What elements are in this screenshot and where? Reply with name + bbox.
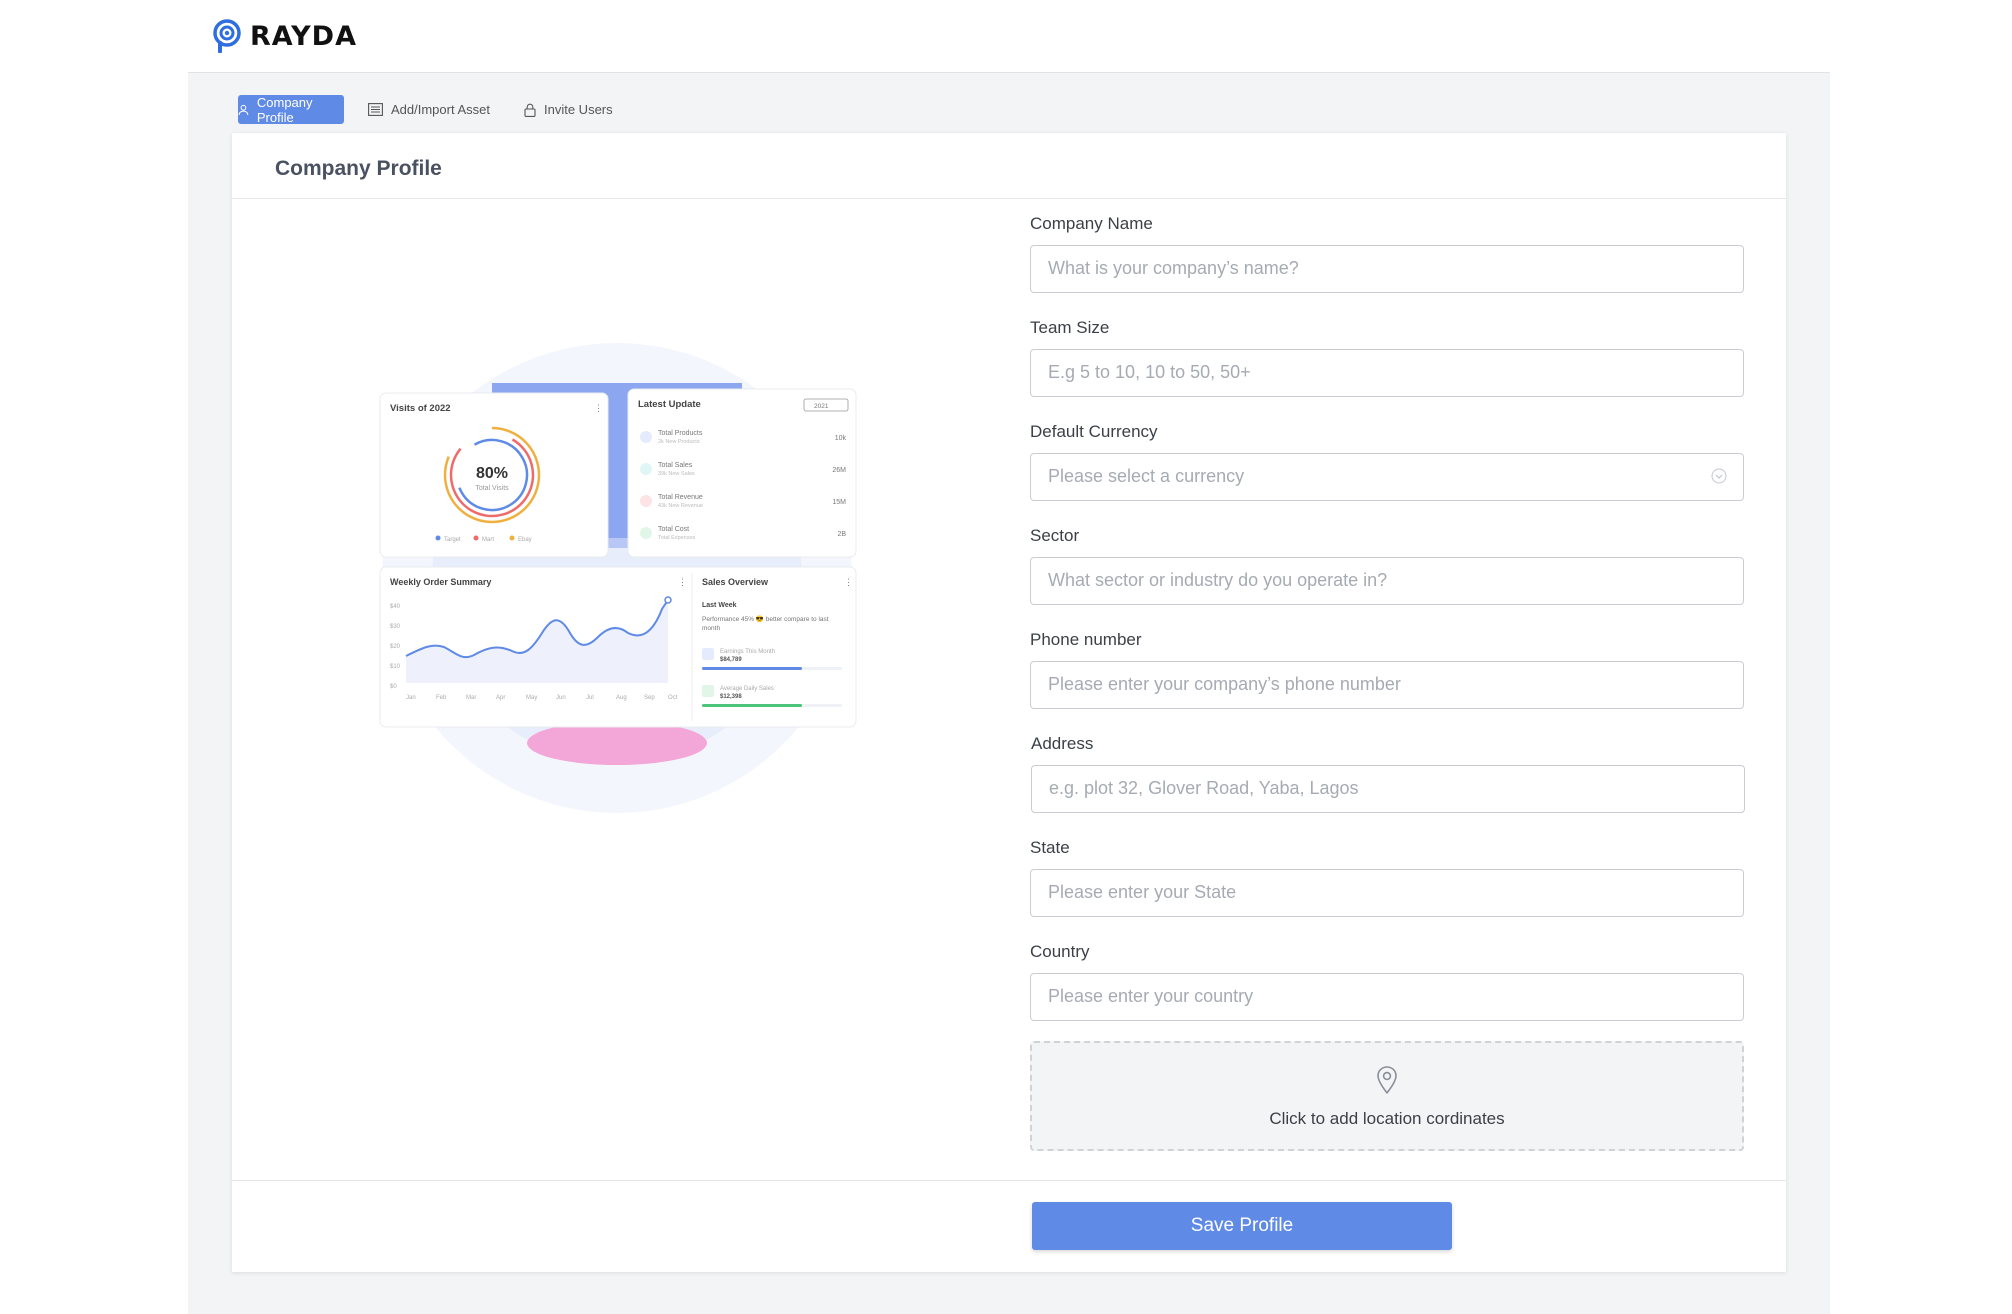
address-label: Address bbox=[1031, 734, 1094, 753]
logo-icon bbox=[213, 19, 241, 53]
phone-label: Phone number bbox=[1030, 630, 1142, 649]
svg-text:Total Sales: Total Sales bbox=[658, 462, 693, 469]
save-profile-button[interactable]: Save Profile bbox=[1032, 1202, 1452, 1250]
sales-title: Sales Overview bbox=[702, 577, 769, 587]
more-icon: ⋮ bbox=[844, 577, 853, 587]
state-input[interactable] bbox=[1031, 870, 1708, 914]
user-icon bbox=[238, 104, 249, 115]
country-label: Country bbox=[1030, 942, 1090, 961]
company-name-label: Company Name bbox=[1030, 214, 1153, 233]
visits-percent: 80% bbox=[476, 465, 508, 482]
top-bar: RAYDA bbox=[0, 0, 2012, 73]
currency-select[interactable] bbox=[1030, 453, 1744, 501]
team-size-label: Team Size bbox=[1030, 318, 1110, 337]
svg-text:Jan: Jan bbox=[406, 695, 416, 701]
svg-text:Sep: Sep bbox=[644, 695, 655, 701]
footer-divider bbox=[232, 1180, 1786, 1181]
currency-label: Default Currency bbox=[1030, 422, 1158, 441]
sales-note: Performance 45% 😎 better compare to last… bbox=[702, 616, 829, 632]
company-name-input[interactable] bbox=[1031, 246, 1708, 290]
map-pin-icon bbox=[1377, 1066, 1397, 1095]
svg-text:Apr: Apr bbox=[496, 695, 505, 701]
svg-text:$40: $40 bbox=[390, 604, 401, 610]
visits-sub: Total Visits bbox=[475, 485, 509, 492]
sector-field[interactable] bbox=[1030, 557, 1744, 605]
company-name-field[interactable] bbox=[1030, 245, 1744, 293]
address-field[interactable] bbox=[1031, 765, 1745, 813]
page-title: Company Profile bbox=[275, 157, 442, 180]
svg-text:Jun: Jun bbox=[556, 695, 566, 701]
svg-text:Total Products: Total Products bbox=[658, 430, 703, 437]
svg-text:Average Daily Sales: Average Daily Sales bbox=[720, 686, 774, 692]
tab-company-profile[interactable]: Company Profile bbox=[238, 94, 344, 125]
list-icon bbox=[368, 103, 383, 116]
svg-text:Total Cost: Total Cost bbox=[658, 526, 689, 533]
svg-text:Earnings This Month: Earnings This Month bbox=[720, 649, 775, 655]
weekly-title: Weekly Order Summary bbox=[390, 577, 491, 587]
brand-logo[interactable]: RAYDA bbox=[212, 18, 357, 54]
dashboard-illustration: Visits of 2022 ⋮ 80% Total Visits Target… bbox=[379, 343, 857, 813]
svg-text:15M: 15M bbox=[832, 499, 846, 506]
svg-text:$10: $10 bbox=[390, 664, 401, 670]
svg-text:Total Revenue: Total Revenue bbox=[658, 494, 703, 501]
svg-text:43k New Revenue: 43k New Revenue bbox=[658, 503, 703, 509]
tab-label: Invite Users bbox=[544, 102, 613, 117]
latest-title: Latest Update bbox=[638, 399, 701, 410]
svg-text:May: May bbox=[526, 695, 537, 701]
legend-mart: Mart bbox=[482, 537, 494, 543]
svg-text:2k New Products: 2k New Products bbox=[658, 439, 700, 445]
svg-text:Oct: Oct bbox=[668, 695, 678, 701]
svg-text:26M: 26M bbox=[832, 467, 846, 474]
tab-bar: Company Profile Add/Import Asset Invite … bbox=[238, 94, 617, 125]
country-input[interactable] bbox=[1031, 974, 1708, 1018]
tab-add-import-asset[interactable]: Add/Import Asset bbox=[360, 95, 504, 124]
address-input[interactable] bbox=[1032, 766, 1709, 810]
visits-title: Visits of 2022 bbox=[390, 403, 451, 414]
svg-text:Mar: Mar bbox=[466, 695, 476, 701]
svg-text:$84,789: $84,789 bbox=[720, 657, 742, 663]
location-picker[interactable]: Click to add location cordinates bbox=[1030, 1041, 1744, 1151]
svg-text:Aug: Aug bbox=[616, 695, 627, 701]
svg-text:Total Expenses: Total Expenses bbox=[658, 535, 696, 541]
svg-text:Feb: Feb bbox=[436, 695, 447, 701]
svg-text:39k New Sales: 39k New Sales bbox=[658, 471, 695, 477]
svg-text:10k: 10k bbox=[835, 435, 847, 442]
svg-text:2B: 2B bbox=[837, 531, 846, 538]
lock-icon bbox=[524, 103, 536, 117]
svg-text:$30: $30 bbox=[390, 624, 401, 630]
currency-select-input[interactable] bbox=[1031, 454, 1708, 498]
state-field[interactable] bbox=[1030, 869, 1744, 917]
tab-label: Company Profile bbox=[256, 94, 313, 125]
brand-name: RAYDA bbox=[250, 20, 357, 52]
legend-target: Target bbox=[444, 537, 461, 543]
country-field[interactable] bbox=[1030, 973, 1744, 1021]
tab-label: Add/Import Asset bbox=[391, 102, 490, 117]
latest-update-widget: Latest Update 2021 Total Products 2k New… bbox=[627, 388, 857, 558]
state-label: State bbox=[1030, 838, 1070, 857]
chevron-down-icon[interactable] bbox=[1711, 468, 1727, 484]
sector-input[interactable] bbox=[1031, 558, 1708, 602]
more-icon: ⋮ bbox=[594, 403, 603, 413]
phone-field[interactable] bbox=[1030, 661, 1744, 709]
sector-label: Sector bbox=[1030, 526, 1080, 545]
legend-ebay: Ebay bbox=[518, 537, 532, 543]
svg-text:$12,398: $12,398 bbox=[720, 694, 742, 700]
location-label: Click to add location cordinates bbox=[1269, 1109, 1505, 1128]
svg-text:$20: $20 bbox=[390, 644, 401, 650]
more-icon: ⋮ bbox=[678, 577, 687, 587]
company-profile-card: Company Profile Visits of 2022 ⋮ 80% Tot… bbox=[232, 133, 1786, 1272]
visits-widget: Visits of 2022 ⋮ 80% Total Visits Target… bbox=[379, 392, 609, 558]
team-size-input[interactable] bbox=[1031, 350, 1708, 394]
latest-year: 2021 bbox=[814, 403, 829, 410]
card-header: Company Profile bbox=[232, 133, 1786, 199]
company-profile-form: Company Name Team Size Default Currency bbox=[1030, 213, 1745, 1151]
svg-text:$0: $0 bbox=[390, 684, 397, 690]
svg-text:Jul: Jul bbox=[586, 695, 594, 701]
main-area: Company Profile Add/Import Asset Invite … bbox=[188, 72, 1830, 1314]
weekly-sales-widget: Weekly Order Summary ⋮ $40 $30 $20 $10 $… bbox=[379, 566, 857, 728]
phone-input[interactable] bbox=[1031, 662, 1708, 706]
sales-period: Last Week bbox=[702, 602, 737, 609]
team-size-field[interactable] bbox=[1030, 349, 1744, 397]
tab-invite-users[interactable]: Invite Users bbox=[520, 95, 617, 124]
